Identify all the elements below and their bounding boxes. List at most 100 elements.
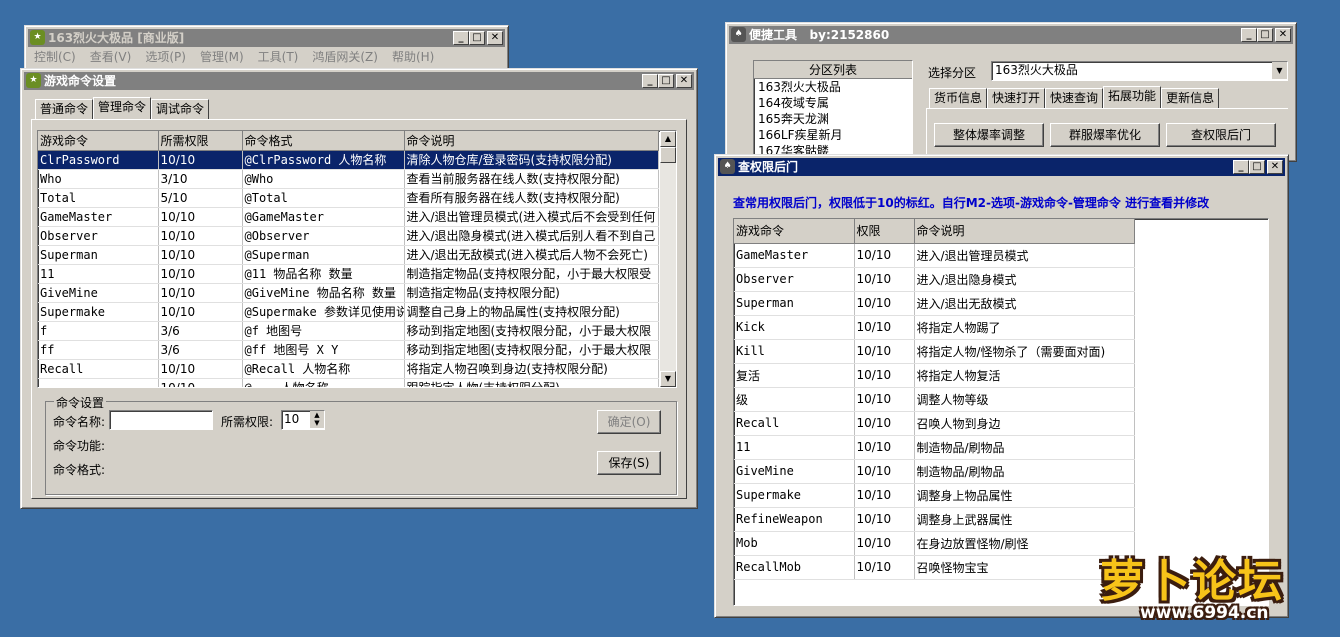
table-row[interactable]: Supermake 10/10 调整身上物品属性: [734, 483, 1135, 508]
confirm-button[interactable]: 确定(O): [597, 410, 661, 434]
close-icon[interactable]: ✕: [1275, 28, 1291, 42]
maximize-icon[interactable]: □: [1249, 160, 1265, 174]
table-row[interactable]: GiveMine10/10@GiveMine 物品名称 数量 当前制造指定物品(…: [38, 283, 659, 303]
overall-droprate-button[interactable]: 整体爆率调整: [934, 123, 1044, 147]
tab-extended-functions[interactable]: 拓展功能: [1103, 86, 1162, 108]
table-row[interactable]: Recall 10/10 召唤人物到身边: [734, 411, 1135, 436]
column-header[interactable]: 游戏命令: [734, 219, 855, 244]
command-table: 游戏命令 所需权限 命令格式 命令说明 ClrPassword 10/10 @Clr…: [37, 130, 677, 388]
maximize-icon[interactable]: □: [1257, 28, 1273, 42]
table-cell: 制造指定物品(支持权限分配): [404, 283, 659, 303]
tab-normal-commands[interactable]: 普通命令: [35, 99, 94, 119]
table-row[interactable]: 11 10/10 @11 物品名称 数量 制造指定物品(支持权限分配，小于最大权限受: [38, 264, 659, 284]
scroll-down-icon[interactable]: ▼: [660, 371, 676, 387]
table-row[interactable]: GameMaster 10/10 @GameMaster 进入/退出管理员模式(进入模…: [38, 207, 659, 227]
minimize-icon[interactable]: _: [642, 74, 658, 88]
permission-value: 10: [284, 412, 300, 426]
tab-update-info[interactable]: 更新信息: [1161, 88, 1220, 108]
command-settings-titlebar[interactable]: ★ 游戏命令设置 _ □ ✕: [24, 72, 694, 90]
table-row[interactable]: Recall 10/10 @Recall 人物名称 将指定人物召唤到身边(支持权限分配…: [38, 359, 659, 379]
scroll-thumb[interactable]: [660, 147, 676, 163]
table-row[interactable]: ... 10/10 @... 人物名称 跟踪指定人物(支持权限分配): [38, 378, 659, 387]
table-row[interactable]: Observer 10/10 进入/退出隐身模式: [734, 267, 1135, 292]
table-row[interactable]: Superman 10/10 进入/退出无敌模式: [734, 291, 1135, 316]
zone-list-item[interactable]: 166LF疾星新月: [754, 127, 912, 143]
close-icon[interactable]: ✕: [1267, 160, 1283, 174]
tab-debug-commands[interactable]: 调试命令: [151, 99, 210, 119]
column-header[interactable]: 命令说明: [404, 131, 659, 151]
menu-item-control[interactable]: 控制(C): [34, 48, 76, 66]
column-header[interactable]: 命令说明: [914, 219, 1135, 244]
forum-logo: 萝卜论坛 www.6994.cn: [1096, 545, 1332, 631]
zone-select[interactable]: 163烈火大极品 ▼: [991, 61, 1288, 81]
menu-item-manage[interactable]: 管理(M): [200, 48, 244, 66]
check-permission-backdoor-button[interactable]: 查权限后门: [1166, 123, 1276, 147]
permission-window-titlebar[interactable]: ♠ 查权限后门 _ □ ✕: [718, 158, 1285, 176]
column-header[interactable]: 权限: [854, 219, 915, 244]
scroll-up-icon[interactable]: ▲: [660, 131, 676, 147]
main-window-titlebar[interactable]: ★ 163烈火大极品 [商业版] _ □ ✕: [28, 29, 505, 47]
chevron-down-icon[interactable]: ▼: [1272, 62, 1287, 79]
table-row[interactable]: 11 10/10 制造物品/刷物品: [734, 435, 1135, 460]
table-cell: 清除人物仓库/登录密码(支持权限分配): [404, 150, 659, 170]
table-cell: 进入/退出隐身模式: [914, 267, 1135, 292]
maximize-icon[interactable]: □: [469, 31, 485, 45]
table-cell: 移动到指定地图(支持权限分配，小于最大权限: [404, 321, 659, 341]
menu-item-help[interactable]: 帮助(H): [392, 48, 434, 66]
menu-item-tools[interactable]: 工具(T): [258, 48, 299, 66]
table-row[interactable]: 复活 10/10 将指定人物复活: [734, 363, 1135, 388]
table-row[interactable]: GameMaster 10/10 进入/退出管理员模式: [734, 243, 1135, 268]
permission-stepper[interactable]: 10 ▲ ▼: [281, 410, 325, 430]
minimize-icon[interactable]: _: [453, 31, 469, 45]
table-row[interactable]: ClrPassword 10/10 @ClrPassword 人物名称 清除人物仓库/…: [38, 150, 659, 170]
close-icon[interactable]: ✕: [487, 31, 503, 45]
table-row[interactable]: ff 3/6 @ff 地图号 X Y 移动到指定地图(支持权限分配，小于最大权限: [38, 340, 659, 360]
tab-currency-info[interactable]: 货币信息: [929, 88, 988, 108]
table-cell: Total: [38, 188, 159, 208]
select-zone-label: 选择分区: [928, 66, 977, 80]
tool-window-titlebar[interactable]: ♠ 便捷工具 by:2152860 _ □ ✕: [729, 26, 1293, 44]
tab-quick-query[interactable]: 快速查询: [1045, 88, 1104, 108]
zone-list-item[interactable]: 163烈火大极品: [754, 79, 912, 95]
zone-list-item[interactable]: 165奔天龙渊: [754, 111, 912, 127]
table-row[interactable]: 级 10/10 调整人物等级: [734, 387, 1135, 412]
tab-admin-commands[interactable]: 管理命令: [93, 97, 152, 119]
menu-item-view[interactable]: 查看(V): [90, 48, 132, 66]
table-row[interactable]: f 3/6 @f 地图号 移动到指定地图(支持权限分配，小于最大权限: [38, 321, 659, 341]
minimize-icon[interactable]: _: [1233, 160, 1249, 174]
zone-list-item[interactable]: 164夜域专属: [754, 95, 912, 111]
close-icon[interactable]: ✕: [676, 74, 692, 88]
menu-item-options[interactable]: 选项(P): [145, 48, 186, 66]
main-window: ★ 163烈火大极品 [商业版] _ □ ✕ 控制(C) 查看(V) 选项(P)…: [24, 25, 509, 73]
minimize-icon[interactable]: _: [1241, 28, 1257, 42]
maximize-icon[interactable]: □: [658, 74, 674, 88]
table-cell: 移动到指定地图(支持权限分配，小于最大权限: [404, 340, 659, 360]
tab-quick-open[interactable]: 快速打开: [987, 88, 1046, 108]
command-name-input[interactable]: [109, 410, 213, 430]
table-row[interactable]: Who 3/10 @Who 查看当前服务器在线人数(支持权限分配): [38, 169, 659, 189]
table-row[interactable]: Observer 10/10 @Observer 进入/退出隐身模式(进入模式后别人看…: [38, 226, 659, 246]
column-header[interactable]: 所需权限: [158, 131, 243, 151]
menu-item-gateway[interactable]: 鸿盾网关(Z): [312, 48, 378, 66]
table-row[interactable]: Kill 10/10 将指定人物/怪物杀了（需要面对面): [734, 339, 1135, 364]
table-cell: Supermake: [734, 483, 855, 508]
table-row[interactable]: RecallMob 10/10 召唤怪物宝宝: [734, 555, 1135, 580]
table-cell: 10/10: [158, 378, 243, 387]
table-row[interactable]: Supermake 10/10 @Supermake 参数详见使用说明 调整自己身上的…: [38, 302, 659, 322]
table-row[interactable]: GiveMine 10/10 制造物品/刷物品: [734, 459, 1135, 484]
table-scrollbar[interactable]: ▲ ▼: [660, 131, 676, 387]
group-droprate-button[interactable]: 群服爆率优化: [1050, 123, 1160, 147]
table-row[interactable]: Superman 10/10 @Superman 进入/退出无敌模式(进入模式后人物不…: [38, 245, 659, 265]
table-row[interactable]: RefineWeapon 10/10 调整身上武器属性: [734, 507, 1135, 532]
column-header[interactable]: 命令格式: [242, 131, 405, 151]
table-cell: Kill: [734, 339, 855, 364]
table-cell: GameMaster: [38, 207, 159, 227]
table-row[interactable]: Kick 10/10 将指定人物踢了: [734, 315, 1135, 340]
stepper-arrows-icon[interactable]: ▲ ▼: [310, 411, 324, 428]
table-row[interactable]: Mob 10/10 在身边放置怪物/刷怪: [734, 531, 1135, 556]
table-cell: @... 人物名称: [242, 378, 405, 387]
save-button[interactable]: 保存(S): [597, 451, 661, 475]
table-row[interactable]: Total 5/10 @Total 查看所有服务器在线人数(支持权限分配): [38, 188, 659, 208]
table-cell: Who: [38, 169, 159, 189]
column-header[interactable]: 游戏命令: [38, 131, 159, 151]
